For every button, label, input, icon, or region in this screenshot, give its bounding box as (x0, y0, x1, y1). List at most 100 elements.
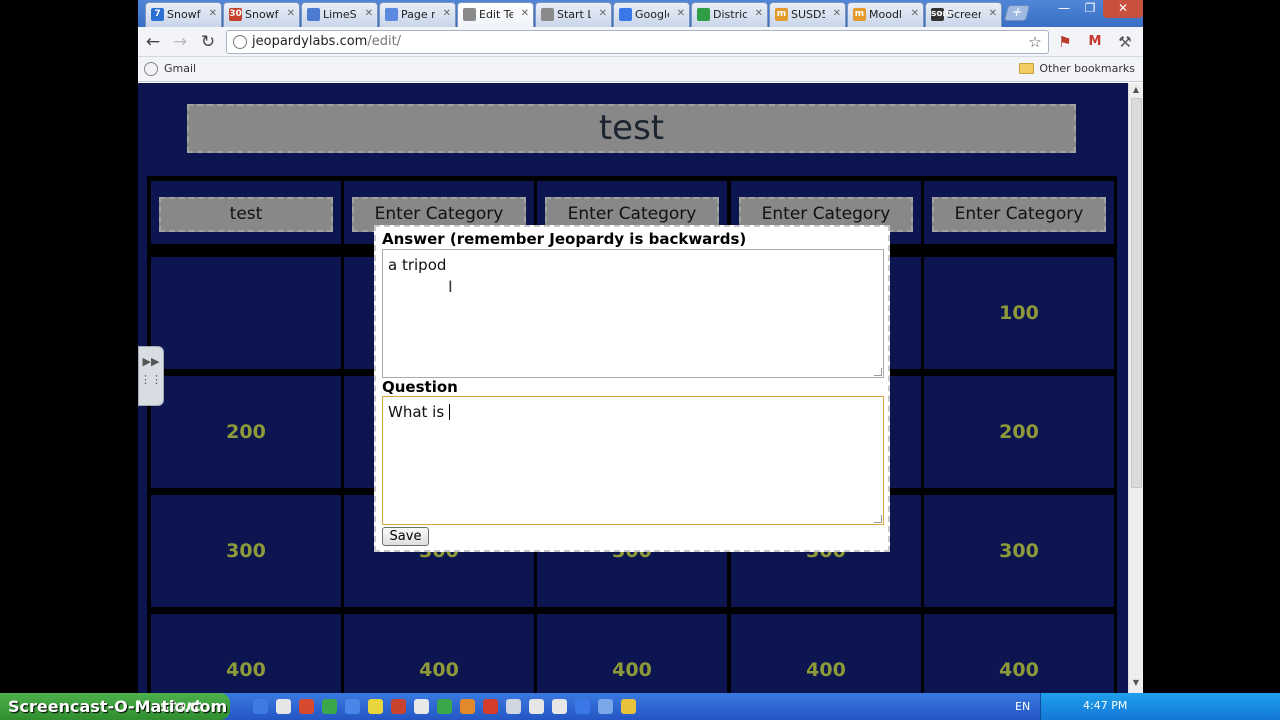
question-cell[interactable]: 400 (344, 614, 534, 693)
quick-launch-icon[interactable] (414, 699, 429, 714)
browser-tab[interactable]: Page r ✕ (379, 2, 456, 27)
resize-grip-icon[interactable] (874, 515, 882, 523)
star-icon[interactable]: ☆ (1026, 33, 1044, 51)
tab-close-icon[interactable]: ✕ (755, 8, 763, 19)
browser-tab[interactable]: somScreen ✕ (925, 2, 1002, 27)
extension-icon[interactable]: ⚑ (1056, 33, 1074, 51)
question-cell[interactable] (151, 257, 341, 369)
minimize-icon[interactable]: — (1051, 0, 1077, 18)
scroll-up-icon[interactable]: ▲ (1131, 85, 1141, 95)
other-bookmarks-label: Other bookmarks (1039, 62, 1135, 75)
quick-launch-icon[interactable] (598, 699, 613, 714)
tab-close-icon[interactable]: ✕ (365, 8, 373, 19)
question-cell[interactable]: 400 (924, 614, 1114, 693)
answer-text: a tripod (388, 256, 447, 274)
bookmark-gmail-label: Gmail (164, 62, 197, 75)
url-host: jeopardylabs.com (252, 34, 368, 49)
browser-tab[interactable]: 30 Snowf ✕ (223, 2, 300, 27)
system-tray (1040, 693, 1280, 720)
tab-label: Distric (713, 8, 747, 21)
close-window-icon[interactable]: ✕ (1103, 0, 1143, 18)
scrollbar-thumb[interactable] (1131, 98, 1142, 488)
forward-arrow-icon[interactable]: → (170, 32, 190, 52)
question-textarea[interactable]: What is (382, 396, 884, 525)
browser-tab[interactable]: m Moodl ✕ (847, 2, 924, 27)
globe-icon (233, 35, 247, 49)
question-cell[interactable]: 200 (924, 376, 1114, 488)
browser-toolbar: ← → ↻ jeopardylabs.com/edit/ ☆ ⚑ M ⚒ (138, 27, 1143, 57)
quick-launch-icon[interactable] (322, 699, 337, 714)
quick-launch-icon[interactable] (621, 699, 636, 714)
question-cell[interactable]: 200 (151, 376, 341, 488)
text-cursor-icon: I (448, 277, 453, 296)
browser-tab[interactable]: m SUSD5 ✕ (769, 2, 846, 27)
drag-dots-icon: ⋮⋮ (140, 373, 162, 386)
answer-label: Answer (remember Jeopardy is backwards) (382, 230, 747, 248)
tab-label: Screen (947, 8, 981, 21)
bookmark-gmail[interactable]: Gmail (144, 61, 196, 77)
category-input[interactable]: test (159, 197, 333, 232)
tab-close-icon[interactable]: ✕ (443, 8, 451, 19)
save-button[interactable]: Save (382, 527, 429, 546)
question-cell[interactable]: 300 (151, 495, 341, 607)
quick-launch-icon[interactable] (391, 699, 406, 714)
browser-tab[interactable]: Distric ✕ (691, 2, 768, 27)
recorder-side-handle[interactable]: ▶▶ ⋮⋮ (138, 346, 164, 406)
taskbar-clock: 4:47 PM (1083, 699, 1128, 712)
browser-tab[interactable]: Google ✕ (613, 2, 690, 27)
question-cell[interactable]: 400 (537, 614, 727, 693)
back-arrow-icon[interactable]: ← (143, 32, 163, 52)
edit-question-dialog: Answer (remember Jeopardy is backwards) … (374, 225, 890, 552)
tab-close-icon[interactable]: ✕ (521, 8, 529, 19)
scroll-down-icon[interactable]: ▼ (1131, 678, 1141, 688)
resize-grip-icon[interactable] (874, 368, 882, 376)
browser-tab[interactable]: Start L ✕ (535, 2, 612, 27)
expand-arrows-icon: ▶▶ (142, 355, 160, 368)
tab-label: Start L (557, 8, 591, 21)
new-tab-button[interactable]: + (1003, 5, 1031, 21)
browser-tab[interactable]: Edit Te ✕ (457, 2, 534, 28)
reload-icon[interactable]: ↻ (198, 32, 218, 52)
address-bar[interactable]: jeopardylabs.com/edit/ (226, 30, 1049, 54)
quick-launch-icon[interactable] (575, 699, 590, 714)
tab-label: Page r (401, 8, 435, 21)
moodle-tab-icon: m (775, 8, 788, 21)
quick-launch-icon[interactable] (529, 699, 544, 714)
tab-close-icon[interactable]: ✕ (599, 8, 607, 19)
chrome-window: 7Snowf✕30Snowf✕LimeSu✕Page r✕Edit Te✕Sta… (138, 0, 1143, 693)
question-cell[interactable]: 400 (151, 614, 341, 693)
question-cell[interactable]: 400 (731, 614, 921, 693)
quick-launch-icon[interactable] (437, 699, 452, 714)
quick-launch-icon[interactable] (345, 699, 360, 714)
quick-launch-icon[interactable] (460, 699, 475, 714)
restore-icon[interactable]: ❐ (1077, 0, 1103, 18)
tab-close-icon[interactable]: ✕ (287, 8, 295, 19)
wrench-icon[interactable]: ⚒ (1116, 33, 1134, 51)
game-title-field[interactable]: test (187, 104, 1076, 153)
answer-textarea[interactable]: a tripod (382, 249, 884, 378)
vertical-scrollbar[interactable]: ▲ ▼ (1128, 83, 1143, 693)
language-indicator[interactable]: EN (1015, 700, 1030, 713)
tab-close-icon[interactable]: ✕ (833, 8, 841, 19)
quick-launch-icon[interactable] (552, 699, 567, 714)
tab-close-icon[interactable]: ✕ (677, 8, 685, 19)
category-input[interactable]: Enter Category (932, 197, 1106, 232)
question-cell[interactable]: 100 (924, 257, 1114, 369)
gmail-icon[interactable]: M (1086, 33, 1104, 51)
quick-launch-icon[interactable] (483, 699, 498, 714)
moodle-tab-icon: m (853, 8, 866, 21)
other-bookmarks[interactable]: Other bookmarks (1019, 61, 1135, 77)
quick-launch-icon[interactable] (276, 699, 291, 714)
question-cell[interactable]: 300 (924, 495, 1114, 607)
tab-close-icon[interactable]: ✕ (911, 8, 919, 19)
quick-launch-icon[interactable] (299, 699, 314, 714)
browser-tab[interactable]: 7 Snowf ✕ (145, 2, 222, 27)
tab-close-icon[interactable]: ✕ (989, 8, 997, 19)
browser-tab[interactable]: LimeSu ✕ (301, 2, 378, 27)
tab-close-icon[interactable]: ✕ (209, 8, 217, 19)
quick-launch-icon[interactable] (368, 699, 383, 714)
spreadsheet-tab-icon (697, 8, 710, 21)
quick-launch-icon[interactable] (506, 699, 521, 714)
category-cell: Enter Category (924, 181, 1114, 244)
quick-launch-icon[interactable] (253, 699, 268, 714)
